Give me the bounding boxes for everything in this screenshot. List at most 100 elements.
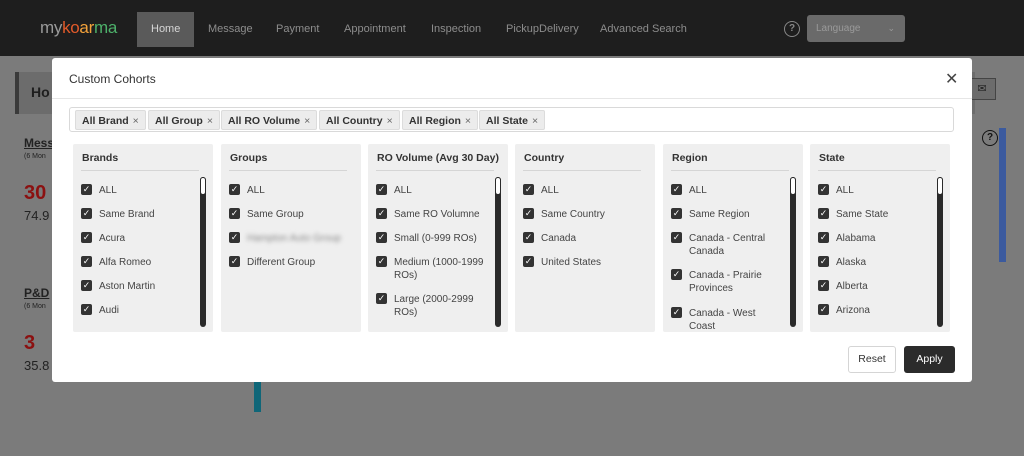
checkbox-checked-icon[interactable]: ✓ [81,208,92,219]
checkbox-checked-icon[interactable]: ✓ [81,280,92,291]
checkbox-checked-icon[interactable]: ✓ [818,184,829,195]
checkbox-item[interactable]: ✓ Same Region [671,208,783,221]
scrollbar-thumb[interactable] [790,177,796,195]
remove-chip-icon[interactable]: × [465,115,471,127]
checkbox-checked-icon[interactable]: ✓ [818,232,829,243]
scrollbar[interactable] [790,177,796,327]
checkbox-checked-icon[interactable]: ✓ [81,304,92,315]
help-icon[interactable]: ? [784,21,800,37]
checkbox-checked-icon[interactable]: ✓ [818,280,829,291]
filter-chip: All State × [479,110,546,130]
scrollbar[interactable] [200,177,206,327]
checkbox-item[interactable]: ✓ Same Country [523,208,645,221]
checkbox-checked-icon[interactable]: ✓ [376,293,387,304]
checkbox-item[interactable]: ✓ Same RO Volumne [376,208,488,221]
language-select[interactable]: Language ⌄ [807,15,905,42]
nav-message[interactable]: Message [194,12,267,47]
checkbox-checked-icon[interactable]: ✓ [81,256,92,267]
checkbox-checked-icon[interactable]: ✓ [229,208,240,219]
checkbox-item[interactable]: ✓ Different Group [229,256,351,269]
checkbox-item[interactable]: ✓ ALL [523,184,645,197]
nav-pickupdelivery[interactable]: PickupDelivery [492,12,593,47]
checkbox-checked-icon[interactable]: ✓ [818,304,829,315]
remove-chip-icon[interactable]: × [387,115,393,127]
checkbox-item[interactable]: ✓ Canada - Central Canada [671,232,783,258]
checkbox-item[interactable]: ✓ ALL [376,184,488,197]
scrollbar-thumb[interactable] [495,177,501,195]
state-panel: State ✓ ALL ✓ Same State ✓ Alabama ✓ Alaska … [810,144,950,332]
checkbox-item[interactable]: ✓ Canada - West Coast [671,307,783,332]
checkbox-checked-icon[interactable]: ✓ [523,184,534,195]
checkbox-checked-icon[interactable]: ✓ [671,269,682,280]
checkbox-checked-icon[interactable]: ✓ [81,184,92,195]
checkbox-item[interactable]: ✓ ALL [671,184,783,197]
checkbox-label: Aston Martin [99,281,156,292]
checkbox-label-redacted: Hampton Auto Group [247,233,341,244]
divider [523,170,641,171]
checkbox-checked-icon[interactable]: ✓ [376,184,387,195]
checkbox-item[interactable]: ✓ Alabama [818,232,940,245]
scrollbar[interactable] [937,177,943,327]
checkbox-item[interactable]: ✓ Same Group [229,208,351,221]
checkbox-checked-icon[interactable]: ✓ [671,307,682,318]
checkbox-checked-icon[interactable]: ✓ [523,208,534,219]
checkbox-item[interactable]: ✓ Alberta [818,280,940,293]
nav-inspection[interactable]: Inspection [417,12,495,47]
checkbox-item[interactable]: ✓ Acura [81,232,203,245]
checkbox-item[interactable]: ✓ Audi [81,304,203,317]
reset-button[interactable]: Reset [848,346,896,373]
checkbox-item[interactable]: ✓ Alfa Romeo [81,256,203,269]
checkbox-checked-icon[interactable]: ✓ [818,208,829,219]
checkbox-item[interactable]: ✓ ALL [229,184,351,197]
checkbox-checked-icon[interactable]: ✓ [376,232,387,243]
checkbox-item[interactable]: ✓ Large (2000-2999 ROs) [376,293,488,319]
checkbox-checked-icon[interactable]: ✓ [671,232,682,243]
nav-payment[interactable]: Payment [262,12,333,47]
remove-chip-icon[interactable]: × [133,115,139,127]
checkbox-item[interactable]: ✓ Aston Martin [81,280,203,293]
checkbox-item[interactable]: ✓ Arizona [818,304,940,317]
checkbox-item[interactable]: ✓ Canada [523,232,645,245]
custom-cohorts-modal: Custom Cohorts ✕ All Brand × All Group × A… [52,58,972,382]
checkbox-checked-icon[interactable]: ✓ [81,232,92,243]
scrollbar-thumb[interactable] [937,177,943,195]
modal-title: Custom Cohorts [69,72,156,86]
panel-title: State [819,152,845,164]
checkbox-item[interactable]: ✓ ALL [818,184,940,197]
checkbox-checked-icon[interactable]: ✓ [671,184,682,195]
checkbox-item[interactable]: ✓ ALL [81,184,203,197]
apply-button[interactable]: Apply [904,346,955,373]
remove-chip-icon[interactable]: × [304,115,310,127]
brands-panel: Brands ✓ ALL ✓ Same Brand ✓ Acura ✓ Alfa Rom… [73,144,213,332]
close-icon[interactable]: ✕ [945,69,958,89]
checkbox-item[interactable]: ✓ Same State [818,208,940,221]
checkbox-item[interactable]: ✓ Small (0-999 ROs) [376,232,488,245]
nav-advanced-search[interactable]: Advanced Search [586,12,701,47]
checkbox-checked-icon[interactable]: ✓ [229,256,240,267]
scrollbar[interactable] [495,177,501,327]
nav-appointment[interactable]: Appointment [330,12,420,47]
remove-chip-icon[interactable]: × [532,115,538,127]
divider [229,170,347,171]
checkbox-checked-icon[interactable]: ✓ [671,208,682,219]
app-logo[interactable]: mykoarma [40,18,117,38]
nav-home[interactable]: Home [137,12,195,47]
checkbox-checked-icon[interactable]: ✓ [376,208,387,219]
checkbox-item[interactable]: ✓ Same Brand [81,208,203,221]
checkbox-checked-icon[interactable]: ✓ [376,256,387,267]
scrollbar-thumb[interactable] [200,177,206,195]
checkbox-item[interactable]: ✓ United States [523,256,645,269]
checkbox-checked-icon[interactable]: ✓ [523,256,534,267]
checkbox-item[interactable]: ✓ Hampton Auto Group [229,232,351,245]
checkbox-item[interactable]: ✓ Alaska [818,256,940,269]
checkbox-item[interactable]: ✓ Canada - Prairie Provinces [671,269,783,295]
checkbox-item[interactable]: ✓ Medium (1000-1999 ROs) [376,256,488,282]
checkbox-checked-icon[interactable]: ✓ [818,256,829,267]
checkbox-label: ALL [541,185,559,196]
remove-chip-icon[interactable]: × [207,115,213,127]
filter-chip: All Group × [148,110,220,130]
checkbox-checked-icon[interactable]: ✓ [229,184,240,195]
panel-title: RO Volume (Avg 30 Day) [377,152,499,164]
filter-chip: All RO Volume × [221,110,318,130]
checkbox-checked-icon[interactable]: ✓ [523,232,534,243]
